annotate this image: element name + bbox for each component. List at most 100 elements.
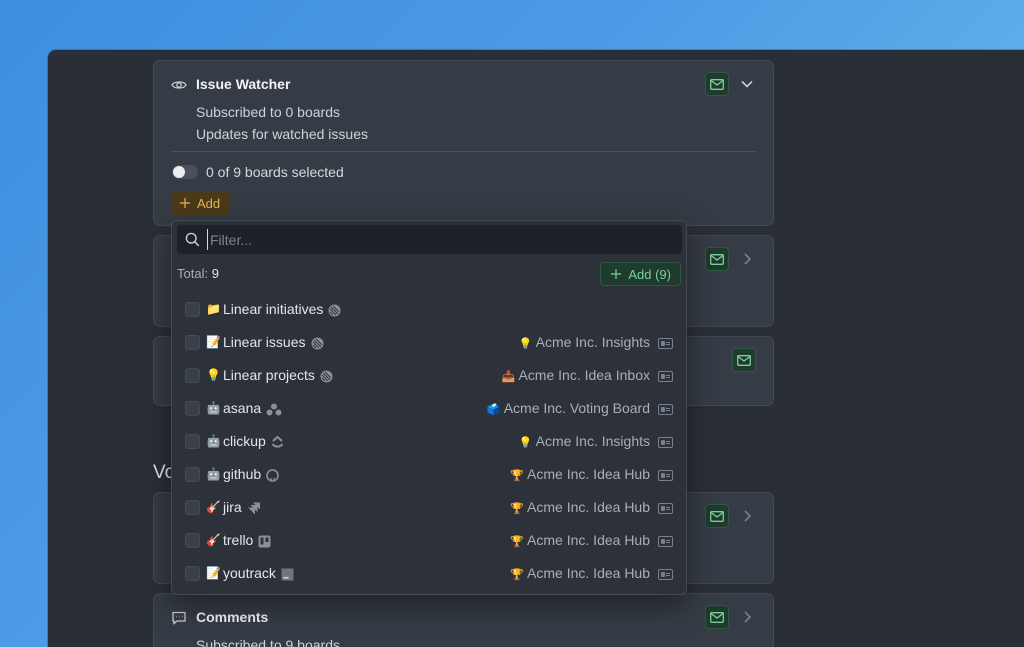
boards-selected-label: 0 of 9 boards selected — [206, 164, 344, 180]
target-board: 📥 Acme Inc. Idea Inbox — [501, 367, 650, 383]
target-board-name: Acme Inc. Idea Inbox — [518, 367, 650, 383]
board-emoji: 📁 — [206, 302, 221, 316]
board-checkbox[interactable] — [185, 368, 200, 383]
chevron-down-icon[interactable] — [740, 77, 754, 91]
target-board-name: Acme Inc. Idea Hub — [527, 565, 650, 581]
youtrack-logo-icon — [281, 568, 294, 581]
board-checkbox[interactable] — [185, 302, 200, 317]
board-name: github — [223, 466, 262, 482]
board-name: youtrack — [223, 565, 276, 581]
board-checkbox[interactable] — [185, 566, 200, 581]
select-all-toggle[interactable] — [172, 165, 198, 179]
board-checkbox[interactable] — [185, 500, 200, 515]
comments-card: Comments Subscribed to 9 boards — [153, 593, 774, 647]
board-name: asana — [223, 400, 262, 416]
board-name: trello — [223, 532, 254, 548]
target-board: 💡 Acme Inc. Insights — [519, 334, 650, 350]
email-button[interactable] — [705, 72, 729, 96]
target-board-emoji: 💡 — [518, 437, 533, 449]
board-option-row[interactable]: 🤖 asana 🗳️ Acme Inc. Voting Board — [172, 392, 688, 425]
board-option-row[interactable]: 💡 Linear projects 📥 Acme Inc. Idea Inbox — [172, 359, 688, 392]
board-option-row[interactable]: 🤖 clickup 💡 Acme Inc. Insights — [172, 425, 688, 458]
board-checkbox[interactable] — [185, 335, 200, 350]
total-count: Total: 9 — [177, 266, 219, 281]
board-checkbox[interactable] — [185, 401, 200, 416]
chevron-right-icon[interactable] — [740, 252, 754, 266]
id-card-icon[interactable] — [658, 404, 673, 415]
board-emoji: 🎸 — [206, 500, 221, 514]
total-value: 9 — [211, 266, 219, 281]
board-option-row[interactable]: 📁 Linear initiatives — [172, 293, 688, 326]
board-name: Linear issues — [223, 334, 306, 350]
email-button[interactable] — [705, 247, 729, 271]
email-button[interactable] — [705, 504, 729, 528]
target-board-emoji: 🗳️ — [486, 404, 501, 416]
board-option-row[interactable]: 📝 youtrack 🏆 Acme Inc. Idea Hub — [172, 557, 688, 590]
board-option-label: github — [223, 466, 279, 482]
board-emoji: 🎸 — [206, 533, 221, 547]
board-checkbox[interactable] — [185, 434, 200, 449]
board-option-row[interactable]: 🤖 github 🏆 Acme Inc. Idea Hub — [172, 458, 688, 491]
github-logo-icon — [266, 468, 279, 482]
board-emoji: 🤖 — [206, 401, 221, 415]
email-button[interactable] — [732, 348, 756, 372]
board-option-label: asana — [223, 400, 282, 416]
board-emoji: 💡 — [206, 368, 221, 382]
linear-logo-icon — [311, 337, 323, 350]
board-emoji: 📝 — [206, 335, 221, 349]
chevron-right-icon[interactable] — [740, 610, 754, 624]
comment-icon — [172, 611, 186, 625]
board-emoji: 📝 — [206, 566, 221, 580]
target-board-emoji: 🏆 — [510, 536, 524, 548]
board-checkbox[interactable] — [185, 533, 200, 548]
board-emoji: 🤖 — [206, 434, 221, 448]
target-board: 🗳️ Acme Inc. Voting Board — [487, 400, 650, 416]
eye-icon — [171, 81, 187, 89]
chevron-right-icon[interactable] — [740, 509, 754, 523]
target-board-emoji: 📥 — [501, 371, 516, 383]
target-board-name: Acme Inc. Insights — [535, 334, 650, 350]
board-checkbox[interactable] — [185, 467, 200, 482]
divider — [171, 151, 756, 152]
linear-logo-icon — [328, 304, 341, 317]
email-button[interactable] — [705, 605, 729, 629]
mail-icon — [737, 354, 751, 366]
id-card-icon[interactable] — [658, 371, 673, 382]
card-title: Issue Watcher — [196, 76, 291, 92]
board-option-row[interactable]: 🎸 jira 🏆 Acme Inc. Idea Hub — [172, 491, 688, 524]
mail-icon — [710, 510, 724, 522]
id-card-icon[interactable] — [658, 536, 673, 547]
target-board: 🏆 Acme Inc. Idea Hub — [510, 532, 650, 548]
target-board: 🏆 Acme Inc. Idea Hub — [510, 466, 650, 482]
board-name: Linear projects — [223, 367, 315, 383]
card-description: Updates for watched issues — [196, 126, 368, 142]
filter-input[interactable] — [207, 229, 667, 250]
target-board-emoji: 🏆 — [510, 569, 524, 581]
id-card-icon[interactable] — [658, 437, 673, 448]
board-name: jira — [223, 499, 242, 515]
add-button[interactable]: Add — [171, 191, 231, 215]
id-card-icon[interactable] — [658, 470, 673, 481]
filter-box — [177, 225, 682, 254]
add-all-label: Add (9) — [628, 266, 671, 282]
linear-logo-icon — [320, 370, 333, 383]
asana-logo-icon — [266, 403, 282, 416]
board-option-row[interactable]: 🎸 trello 🏆 Acme Inc. Idea Hub — [172, 524, 688, 557]
add-all-button[interactable]: Add (9) — [600, 262, 681, 286]
board-picker-dropdown: Total: 9 Add (9) 📁Linear initiatives📝Lin… — [171, 220, 687, 595]
board-option-label: Linear issues — [223, 334, 324, 350]
id-card-icon[interactable] — [658, 338, 673, 349]
target-board-name: Acme Inc. Idea Hub — [527, 466, 650, 482]
jira-logo-icon — [247, 502, 260, 515]
board-option-label: clickup — [223, 433, 284, 449]
target-board-name: Acme Inc. Idea Hub — [527, 532, 650, 548]
id-card-icon[interactable] — [658, 569, 673, 580]
subscription-count: Subscribed to 9 boards — [196, 637, 340, 647]
target-board-emoji: 🏆 — [510, 503, 524, 515]
card-title: Comments — [196, 609, 269, 625]
board-option-row[interactable]: 📝 Linear issues 💡 Acme Inc. Insights — [172, 326, 688, 359]
id-card-icon[interactable] — [658, 503, 673, 514]
board-option-label: youtrack — [223, 565, 294, 581]
target-board-emoji: 🏆 — [510, 470, 524, 482]
target-board: 🏆 Acme Inc. Idea Hub — [510, 499, 650, 515]
